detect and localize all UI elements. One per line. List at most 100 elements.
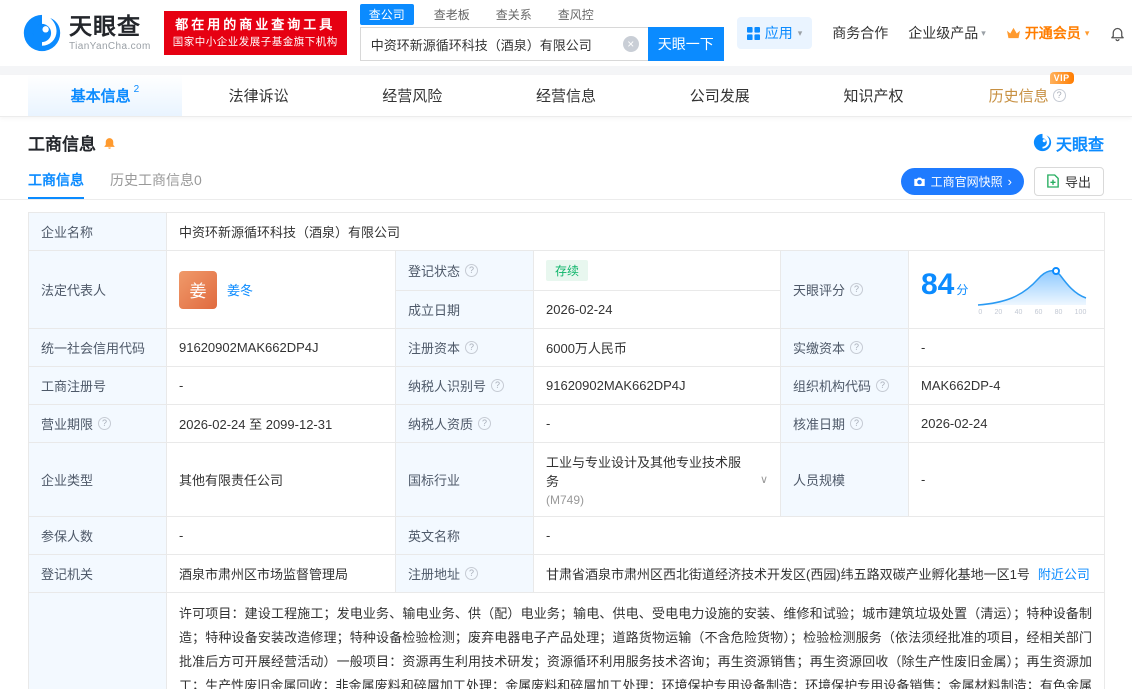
apps-menu-label: 应用 [764, 25, 793, 41]
score-axis-ticks: 0 20 40 60 80 100 [976, 309, 1088, 316]
org-code-label: 组织机构代码 [793, 379, 872, 394]
menu-business-cooperation[interactable]: 商务合作 [832, 23, 888, 43]
score-label: 天眼评分 [793, 283, 846, 298]
industry-value: 工业与专业设计及其他专业技术服务 [546, 455, 742, 489]
tab-legal-proceedings[interactable]: 法律诉讼 [182, 75, 336, 116]
header-divider [0, 66, 1132, 75]
legal-rep-name-link[interactable]: 姜冬 [227, 280, 253, 299]
tab-company-development[interactable]: 公司发展 [643, 75, 797, 116]
reg-status-help-icon[interactable] [465, 264, 479, 277]
search-tab-risk[interactable]: 查风控 [552, 5, 600, 24]
approval-date-help-icon[interactable] [850, 417, 864, 430]
subtab-history-business-info[interactable]: 历史工商信息0 [110, 163, 202, 199]
term-value: 2026-02-24 至 2099-12-31 [179, 417, 333, 432]
address-help-icon[interactable] [465, 567, 479, 580]
business-info-section-head: 工商信息 天眼查 [0, 117, 1132, 163]
approval-date-label: 核准日期 [793, 417, 846, 432]
top-menu: 应用 商务合作 企业级产品 开通会员 费米 [736, 17, 1132, 49]
org-code-help-icon[interactable] [876, 379, 890, 392]
score-help-icon[interactable] [850, 283, 864, 296]
search-tab-relation[interactable]: 查关系 [490, 5, 538, 24]
reg-capital-cell: 6000万人民币 [533, 328, 781, 367]
authority-cell: 酒泉市肃州区市场监督管理局 [166, 554, 396, 593]
score-axis-tick: 60 [1034, 308, 1043, 316]
chevron-down-icon[interactable] [760, 473, 768, 486]
term-help-icon[interactable] [98, 417, 112, 430]
top-header: 天眼查 TianYanCha.com 都在用的商业查询工具 国家中小企业发展子基… [0, 0, 1132, 66]
term-label-cell: 营业期限 [28, 404, 167, 443]
tab-intellectual-property[interactable]: 知识产权 [797, 75, 951, 116]
watermark-text: 天眼查 [1055, 136, 1104, 154]
company-section-tabs: 基本信息 2 法律诉讼 经营风险 经营信息 公司发展 知识产权 历史信息 VIP [0, 72, 1132, 117]
term-label: 营业期限 [41, 417, 94, 432]
credit-code-label-cell: 统一社会信用代码 [28, 328, 167, 367]
table-row: 营业期限 2026-02-24 至 2099-12-31 纳税人资质 - 核准日… [28, 404, 1105, 443]
menu-enterprise-products[interactable]: 企业级产品 [908, 23, 986, 43]
tianyancha-watermark-icon [1033, 133, 1052, 152]
paid-capital-help-icon[interactable] [850, 341, 864, 354]
staff-size-cell: - [908, 442, 1105, 517]
legal-rep-avatar[interactable]: 姜 [179, 270, 217, 309]
paid-capital-label-cell: 实缴资本 [780, 328, 909, 367]
chevron-down-icon [1085, 28, 1090, 39]
tab-operating-risk[interactable]: 经营风险 [335, 75, 489, 116]
subtab-business-info[interactable]: 工商信息 [28, 163, 84, 199]
enterprise-products-label: 企业级产品 [908, 25, 979, 41]
approval-date-cell: 2026-02-24 [908, 404, 1105, 443]
taxpayer-quality-label-cell: 纳税人资质 [395, 404, 534, 443]
approval-date-value: 2026-02-24 [921, 416, 988, 431]
history-info-help-icon [1052, 89, 1066, 102]
export-button[interactable]: 导出 [1033, 166, 1104, 196]
clear-input-icon[interactable] [622, 36, 639, 52]
org-code-cell: MAK662DP-4 [908, 366, 1105, 405]
tab-basic-info[interactable]: 基本信息 2 [28, 75, 182, 116]
authority-label: 登记机关 [41, 567, 94, 582]
export-icon [1047, 174, 1059, 188]
authority-label-cell: 登记机关 [28, 554, 167, 593]
insured-label: 参保人数 [41, 529, 94, 544]
snapshot-camera-icon [913, 177, 925, 186]
search-tab-company[interactable]: 查公司 [359, 3, 414, 25]
term-cell: 2026-02-24 至 2099-12-31 [166, 404, 396, 443]
table-row: 企业类型 其他有限责任公司 国标行业 工业与专业设计及其他专业技术服务 (M74… [28, 442, 1105, 517]
slogan-line-2: 国家中小企业发展子基金旗下机构 [172, 36, 338, 48]
score-axis-tick: 100 [1074, 308, 1087, 316]
nearby-companies-link[interactable]: 附近公司 [1038, 567, 1090, 582]
credit-code-value: 91620902MAK662DP4J [179, 340, 319, 355]
official-snapshot-button[interactable]: 工商官网快照 [900, 167, 1024, 195]
industry-label: 国标行业 [408, 473, 461, 488]
industry-cell: 工业与专业设计及其他专业技术服务 (M749) [533, 442, 781, 517]
paid-capital-label: 实缴资本 [793, 341, 846, 356]
tab-history-info[interactable]: 历史信息 VIP [950, 72, 1104, 116]
taxpayer-quality-value: - [546, 416, 551, 431]
table-row: 参保人数 - 英文名称 - [28, 516, 1105, 555]
taxpayer-quality-help-icon[interactable] [478, 417, 492, 430]
tab-operating-info[interactable]: 经营信息 [489, 75, 643, 116]
apps-menu-button[interactable]: 应用 [736, 17, 813, 49]
industry-code: (M749) [546, 493, 585, 507]
address-label-cell: 注册地址 [395, 554, 534, 593]
reg-capital-label: 注册资本 [408, 341, 461, 356]
reg-capital-help-icon[interactable] [465, 341, 479, 354]
section-title: 工商信息 [28, 135, 96, 154]
org-code-value: MAK662DP-4 [921, 378, 1001, 393]
score-axis-tick: 80 [1054, 308, 1063, 316]
status-badge: 存续 [546, 260, 589, 281]
score-axis-tick: 40 [1014, 308, 1023, 316]
search-tab-boss[interactable]: 查老板 [428, 5, 476, 24]
notifications-bell-icon[interactable] [1109, 25, 1126, 42]
tianyancha-logo[interactable]: 天眼查 TianYanCha.com [22, 13, 151, 53]
search-area: 查公司 查老板 查关系 查风控 天眼一下 [359, 3, 724, 61]
tab-basic-info-label: 基本信息 [70, 88, 131, 105]
open-vip-button[interactable]: 开通会员 [1006, 23, 1090, 43]
score-cell[interactable]: 84 分 0 20 40 60 80 100 [908, 250, 1105, 329]
search-input[interactable] [359, 27, 648, 61]
slogan-line-1: 都在用的商业查询工具 [175, 17, 336, 33]
taxpayer-id-help-icon[interactable] [491, 379, 505, 392]
taxpayer-id-value: 91620902MAK662DP4J [546, 378, 686, 393]
business-info-subtabs: 工商信息 历史工商信息0 工商官网快照 导出 [0, 163, 1132, 200]
english-name-label: 英文名称 [408, 529, 461, 544]
search-button[interactable]: 天眼一下 [647, 27, 724, 61]
alert-bell-icon[interactable] [102, 135, 117, 150]
tab-basic-info-count: 2 [133, 84, 140, 95]
